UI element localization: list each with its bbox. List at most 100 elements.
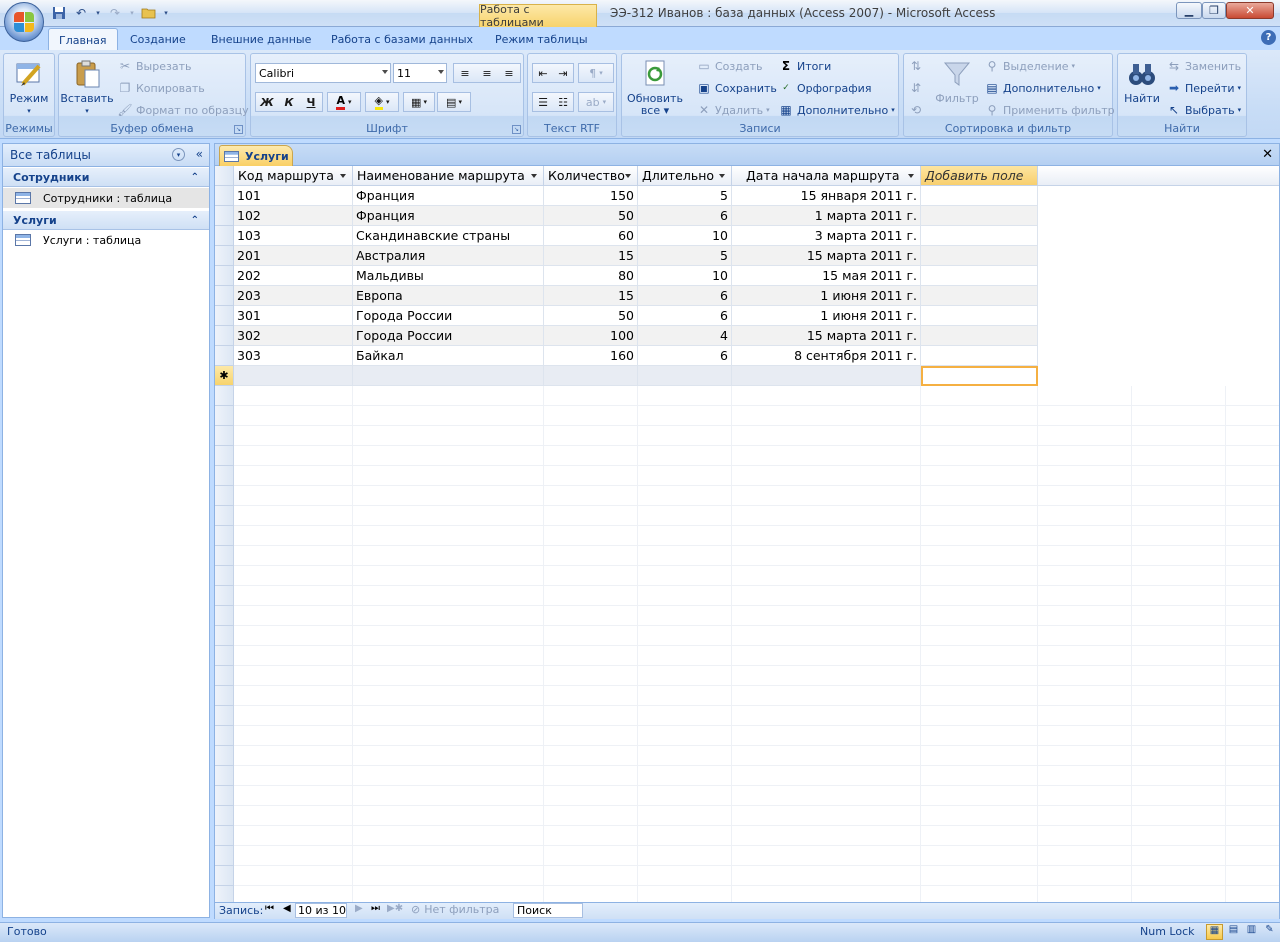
- maximize-button[interactable]: ❐: [1202, 2, 1226, 19]
- tab-datasheet[interactable]: Режим таблицы: [485, 29, 598, 50]
- clipboard-launcher-icon[interactable]: ↘: [234, 125, 243, 134]
- advanced-filter-button[interactable]: ▤ Дополнительно ▾: [984, 78, 1100, 98]
- pivot-table-view-icon[interactable]: ▤: [1225, 924, 1242, 940]
- table-cell[interactable]: 60: [544, 226, 638, 246]
- table-cell[interactable]: 301: [234, 306, 353, 326]
- new-record-button[interactable]: ▭ Создать: [696, 56, 762, 76]
- font-color-button[interactable]: A ▾: [327, 92, 361, 112]
- underline-button[interactable]: Ч: [300, 96, 322, 109]
- nav-item-employees-table[interactable]: Сотрудники : таблица: [3, 188, 209, 208]
- table-cell[interactable]: Города России: [353, 326, 544, 346]
- help-icon[interactable]: ?: [1261, 30, 1276, 45]
- replace-button[interactable]: ⇆ Заменить: [1166, 56, 1241, 76]
- table-cell-empty[interactable]: [921, 346, 1038, 366]
- select-button[interactable]: ↖ Выбрать ▾: [1166, 100, 1241, 120]
- row-selector[interactable]: [215, 346, 234, 366]
- totals-button[interactable]: Σ Итоги: [778, 56, 831, 76]
- gridlines-button[interactable]: ▦ ▾: [403, 92, 435, 112]
- table-cell[interactable]: 50: [544, 306, 638, 326]
- new-row-cell[interactable]: [234, 366, 353, 386]
- collapse-pane-icon[interactable]: «: [196, 147, 203, 161]
- office-button[interactable]: [4, 2, 44, 42]
- table-cell[interactable]: 8 сентября 2011 г.: [732, 346, 921, 366]
- table-cell[interactable]: Франция: [353, 186, 544, 206]
- table-cell-empty[interactable]: [921, 286, 1038, 306]
- redo-dropdown-icon[interactable]: ▾: [128, 4, 136, 22]
- chevron-down-icon[interactable]: [340, 174, 346, 178]
- table-cell[interactable]: 15 мая 2011 г.: [732, 266, 921, 286]
- design-view-icon[interactable]: ✎: [1261, 924, 1278, 940]
- nav-group-employees[interactable]: Сотрудники ⌃: [3, 168, 209, 187]
- table-cell[interactable]: Байкал: [353, 346, 544, 366]
- table-cell-empty[interactable]: [921, 186, 1038, 206]
- table-cell[interactable]: 103: [234, 226, 353, 246]
- view-button[interactable]: Режим ▾: [8, 58, 50, 117]
- nav-item-services-table[interactable]: Услуги : таблица: [3, 230, 209, 250]
- table-cell[interactable]: 6: [638, 346, 732, 366]
- last-record-icon[interactable]: ⏭: [371, 903, 380, 914]
- table-cell[interactable]: Франция: [353, 206, 544, 226]
- prev-record-icon[interactable]: ◀: [283, 903, 291, 914]
- new-row-cell[interactable]: [544, 366, 638, 386]
- font-launcher-icon[interactable]: ↘: [512, 125, 521, 134]
- redo-icon[interactable]: ↷: [106, 4, 124, 22]
- outdent-icon[interactable]: ⇤: [533, 67, 553, 80]
- column-header-route-code[interactable]: Код маршрута: [234, 166, 353, 186]
- table-cell[interactable]: 6: [638, 286, 732, 306]
- font-name-select[interactable]: Calibri: [255, 63, 391, 83]
- row-selector[interactable]: [215, 286, 234, 306]
- first-record-icon[interactable]: ⏮: [265, 903, 274, 914]
- table-cell[interactable]: 1 марта 2011 г.: [732, 206, 921, 226]
- find-button[interactable]: Найти: [1120, 58, 1164, 105]
- row-selector[interactable]: [215, 266, 234, 286]
- table-cell[interactable]: 50: [544, 206, 638, 226]
- table-cell[interactable]: 201: [234, 246, 353, 266]
- chevron-down-icon[interactable]: [625, 174, 631, 178]
- cut-button[interactable]: ✂ Вырезать: [117, 56, 192, 76]
- filter-button[interactable]: Фильтр: [934, 58, 980, 105]
- table-cell[interactable]: 303: [234, 346, 353, 366]
- row-selector[interactable]: [215, 306, 234, 326]
- new-record-nav-icon[interactable]: ▶✱: [387, 903, 403, 914]
- table-cell[interactable]: 5: [638, 246, 732, 266]
- table-cell-empty[interactable]: [921, 226, 1038, 246]
- table-cell[interactable]: 80: [544, 266, 638, 286]
- goto-button[interactable]: ➡ Перейти ▾: [1166, 78, 1241, 98]
- table-cell[interactable]: 101: [234, 186, 353, 206]
- row-selector[interactable]: [215, 206, 234, 226]
- spelling-button[interactable]: ✓ Орфография: [778, 78, 871, 98]
- qat-customize-icon[interactable]: ▾: [162, 4, 170, 22]
- column-header-duration[interactable]: Длительно: [638, 166, 732, 186]
- paste-button[interactable]: Вставить ▾: [60, 58, 114, 117]
- alt-fill-button[interactable]: ▤ ▾: [437, 92, 471, 112]
- table-cell-empty[interactable]: [921, 326, 1038, 346]
- sort-descending-button[interactable]: ⇵: [908, 78, 924, 98]
- table-cell[interactable]: Австралия: [353, 246, 544, 266]
- table-cell[interactable]: Города России: [353, 306, 544, 326]
- column-header-start-date[interactable]: Дата начала маршрута: [732, 166, 921, 186]
- table-cell[interactable]: 202: [234, 266, 353, 286]
- open-folder-icon[interactable]: [140, 4, 158, 22]
- bold-button[interactable]: Ж: [256, 96, 278, 109]
- save-record-button[interactable]: ▣ Сохранить: [696, 78, 777, 98]
- active-cell[interactable]: [921, 366, 1038, 386]
- table-cell-empty[interactable]: [921, 246, 1038, 266]
- datasheet-view-icon[interactable]: ▦: [1206, 924, 1223, 940]
- tab-external-data[interactable]: Внешние данные: [201, 29, 321, 50]
- delete-record-button[interactable]: ✕ Удалить ▾: [696, 100, 770, 120]
- close-document-icon[interactable]: ✕: [1262, 147, 1273, 162]
- table-cell[interactable]: 10: [638, 266, 732, 286]
- table-cell[interactable]: 203: [234, 286, 353, 306]
- chevron-down-icon[interactable]: [531, 174, 537, 178]
- italic-button[interactable]: К: [278, 96, 300, 109]
- record-position-input[interactable]: 10 из 10: [295, 903, 347, 918]
- selection-button[interactable]: ⚲ Выделение ▾: [984, 56, 1075, 76]
- table-cell[interactable]: Мальдивы: [353, 266, 544, 286]
- nav-group-services[interactable]: Услуги ⌃: [3, 211, 209, 230]
- chevron-down-icon[interactable]: [719, 174, 725, 178]
- paragraph-button[interactable]: ¶ ▾: [578, 63, 614, 83]
- new-row-cell[interactable]: [732, 366, 921, 386]
- row-selector[interactable]: [215, 186, 234, 206]
- table-cell[interactable]: 302: [234, 326, 353, 346]
- table-cell[interactable]: 3 марта 2011 г.: [732, 226, 921, 246]
